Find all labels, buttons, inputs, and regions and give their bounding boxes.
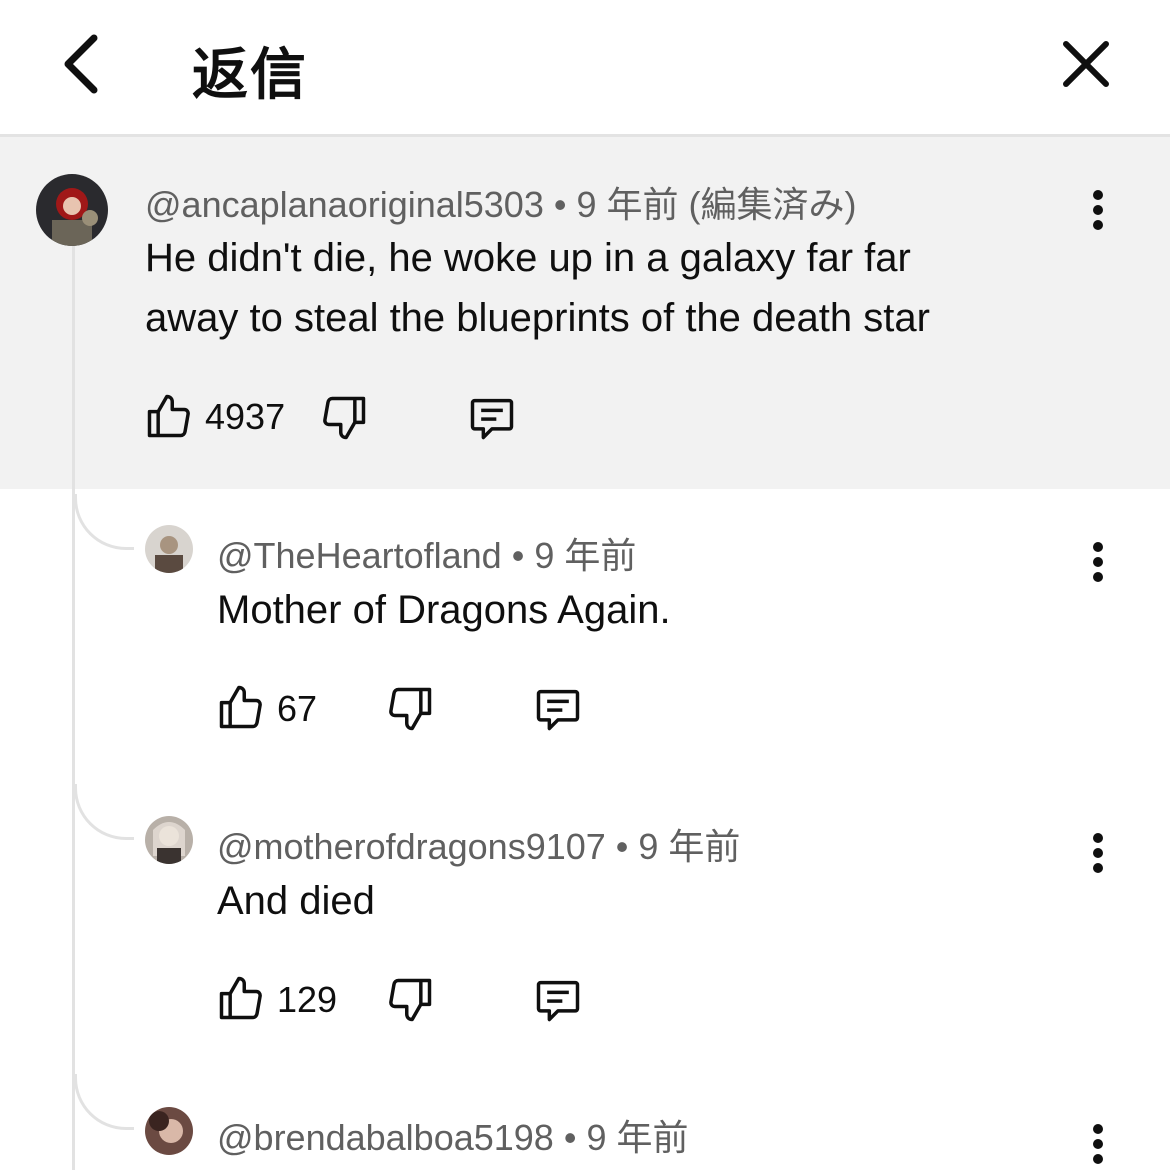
meta-separator: •	[615, 826, 629, 867]
comment-meta: @brendabalboa5198 • 9 年前	[217, 1109, 688, 1161]
comment-time: 9 年前	[638, 826, 741, 867]
comment-time: 9 年前 (編集済み)	[576, 184, 857, 225]
comment-text: He didn't die, he woke up in a galaxy fa…	[145, 228, 930, 348]
thumbs-up-icon[interactable]	[215, 972, 267, 1024]
more-vert-icon[interactable]	[1091, 188, 1105, 232]
comment-meta: @motherofdragons9107 • 9 年前	[217, 818, 740, 870]
author-handle[interactable]: @brendabalboa5198	[217, 1117, 554, 1158]
page-title: 返信	[192, 43, 308, 108]
thread-connector	[74, 494, 134, 550]
thumbs-up-icon[interactable]	[143, 390, 195, 442]
close-icon[interactable]	[1056, 34, 1116, 94]
avatar[interactable]	[145, 1107, 193, 1155]
thread-line	[72, 230, 75, 1170]
replies-header: 返信	[0, 0, 1170, 137]
like-count: 129	[277, 979, 338, 1020]
author-handle[interactable]: @TheHeartofland	[217, 535, 502, 576]
back-arrow-icon[interactable]	[52, 28, 116, 100]
like-count: 67	[277, 688, 318, 729]
reply-comment-icon[interactable]	[532, 683, 584, 735]
comment-text-line: He didn't die, he woke up in a galaxy fa…	[145, 236, 911, 280]
comment-text: Mother of Dragons Again.	[217, 588, 671, 632]
comment-time: 9 年前	[586, 1117, 689, 1158]
more-vert-icon[interactable]	[1091, 831, 1105, 875]
meta-separator: •	[511, 535, 525, 576]
avatar[interactable]	[36, 174, 108, 246]
avatar[interactable]	[145, 525, 193, 573]
more-vert-icon[interactable]	[1091, 540, 1105, 584]
avatar[interactable]	[145, 816, 193, 864]
thread-connector	[74, 1074, 134, 1130]
meta-separator: •	[553, 184, 567, 225]
author-handle[interactable]: @ancaplanaoriginal5303	[145, 184, 544, 225]
reply-comment-icon[interactable]	[532, 974, 584, 1026]
comment-text-line: away to steal the blueprints of the deat…	[145, 296, 930, 340]
thumbs-down-icon[interactable]	[384, 974, 436, 1026]
like-count: 4937	[205, 396, 286, 437]
thumbs-down-icon[interactable]	[318, 392, 370, 444]
meta-separator: •	[563, 1117, 577, 1158]
comment-text: And died	[217, 879, 375, 923]
thumbs-down-icon[interactable]	[384, 683, 436, 735]
comment-meta: @TheHeartofland • 9 年前	[217, 527, 636, 579]
comment-time: 9 年前	[534, 535, 637, 576]
comment-meta: @ancaplanaoriginal5303 • 9 年前 (編集済み)	[145, 176, 856, 228]
reply-comment-icon[interactable]	[466, 392, 518, 444]
thread-connector	[74, 784, 134, 840]
author-handle[interactable]: @motherofdragons9107	[217, 826, 606, 867]
thumbs-up-icon[interactable]	[215, 681, 267, 733]
more-vert-icon[interactable]	[1091, 1122, 1105, 1166]
